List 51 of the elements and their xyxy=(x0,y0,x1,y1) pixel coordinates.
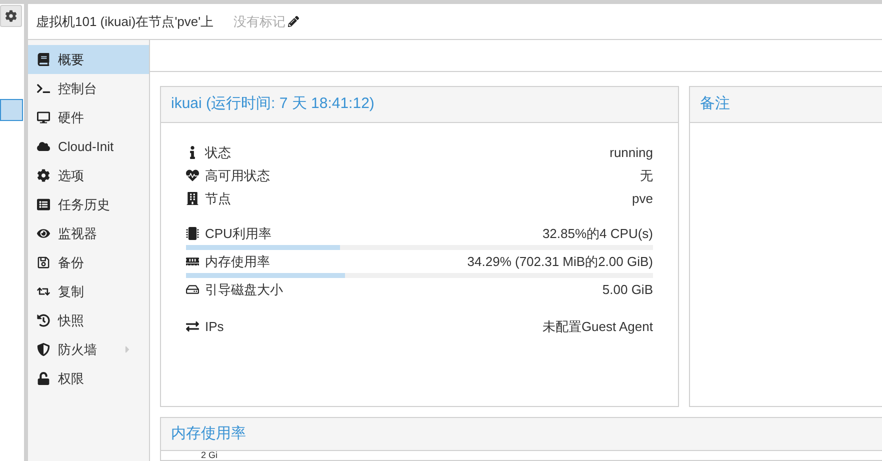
nav-item[interactable]: 防火墙 xyxy=(28,335,149,364)
gear-icon xyxy=(37,169,50,182)
page-title: 虚拟机101 (ikuai)在节点'pve'上 xyxy=(36,12,214,31)
panel-title: 内存使用率 xyxy=(171,424,246,444)
unlocked-padlock-icon xyxy=(37,372,50,385)
field-label: 内存使用率 xyxy=(205,252,270,271)
field-value: 5.00 GiB xyxy=(602,280,653,299)
nav-item[interactable]: 备份 xyxy=(28,248,149,277)
shield-icon xyxy=(37,343,50,356)
history-icon xyxy=(37,314,50,327)
field-label: 高可用状态 xyxy=(205,166,270,185)
no-tags-label: 没有标记 xyxy=(234,12,286,31)
field-value: 无 xyxy=(640,166,653,185)
book-icon xyxy=(37,53,50,66)
nav-item[interactable]: 快照 xyxy=(28,306,149,335)
field-value: running xyxy=(610,144,653,162)
panel-title: 备注 xyxy=(700,94,730,114)
arrows-loop-icon xyxy=(37,285,50,298)
nav-item[interactable]: 选项 xyxy=(28,161,149,190)
field-value: 未配置Guest Agent xyxy=(542,318,653,336)
nav-item[interactable]: Cloud-Init xyxy=(28,132,149,161)
settings-icon xyxy=(5,10,17,22)
field-value: 32.85%的4 CPU(s) xyxy=(542,224,653,243)
field-value: pve xyxy=(632,190,653,208)
field-label: 节点 xyxy=(205,190,231,208)
list-icon xyxy=(37,198,50,211)
building-icon xyxy=(186,192,199,205)
panel-title: ikuai (运行时间: 7 天 18:41:12) xyxy=(171,94,374,114)
cloud-icon xyxy=(37,140,50,153)
field-value: 34.29% (702.31 MiB的2.00 GiB) xyxy=(467,252,653,271)
nav-item[interactable]: 硬件 xyxy=(28,103,149,132)
field-label: 引导磁盘大小 xyxy=(205,280,283,299)
nav-item[interactable]: 复制 xyxy=(28,277,149,306)
heartbeat-icon xyxy=(186,169,199,182)
eye-icon xyxy=(37,227,50,240)
settings-button[interactable] xyxy=(0,5,22,27)
nav-item[interactable]: 控制台 xyxy=(28,74,149,103)
chip-icon xyxy=(186,227,199,240)
field-label: IPs xyxy=(205,318,224,336)
terminal-icon xyxy=(37,82,50,95)
nav-item[interactable]: 监视器 xyxy=(28,219,149,248)
nav-item[interactable]: 任务历史 xyxy=(28,190,149,219)
edit-icon[interactable] xyxy=(288,16,299,27)
monitor-icon xyxy=(37,111,50,124)
nav-item[interactable]: 权限 xyxy=(28,364,149,393)
axis-label: 2 Gi xyxy=(201,451,219,460)
field-label: 状态 xyxy=(205,144,231,162)
exchange-arrows-icon xyxy=(186,320,199,333)
memory-icon xyxy=(186,255,199,268)
nav-item[interactable]: 概要 xyxy=(28,45,149,74)
field-label: CPU利用率 xyxy=(205,224,272,243)
